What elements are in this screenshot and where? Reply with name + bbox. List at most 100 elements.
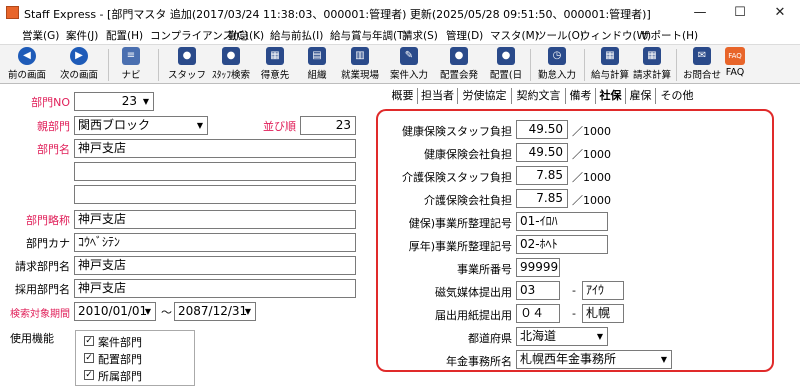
close-button[interactable]: ✕ xyxy=(760,2,800,24)
contact-button[interactable]: ✉ お問合せ xyxy=(680,47,724,83)
arrow-right-icon: ▶ xyxy=(70,47,88,65)
billing-calc-button[interactable]: ▦ 請求計算 xyxy=(630,47,674,83)
per-mille-unit: ／1000 xyxy=(572,148,611,161)
menu-projects[interactable]: 案件(J) xyxy=(66,28,98,43)
checkbox-project-dept[interactable]: ✓ xyxy=(84,336,94,346)
care-staff-label: 介護保険スタッフ負担 xyxy=(402,171,512,184)
tab-other[interactable]: その他 xyxy=(656,88,698,104)
attendance-input-button[interactable]: ◷ 勤怠入力 xyxy=(534,47,580,83)
checkbox-placement-dept[interactable]: ✓ xyxy=(84,353,94,363)
menu-support[interactable]: サポート(H) xyxy=(640,28,698,43)
next-button[interactable]: ▶ 次の画面 xyxy=(56,47,102,83)
client-button[interactable]: ▦ 得意先 xyxy=(256,47,294,83)
dept-name-input[interactable]: 神戸支店 xyxy=(74,139,356,158)
office-number-input[interactable]: 99999 xyxy=(516,258,560,277)
person-icon: ● xyxy=(178,47,196,65)
navi-button[interactable]: ≡ ナビ xyxy=(116,47,146,83)
media-submission-label: 磁気媒体提出用 xyxy=(435,286,512,299)
chevron-down-icon: ▼ xyxy=(660,355,668,364)
toolbar-divider xyxy=(108,49,109,81)
parent-dept-label: 親部門 xyxy=(37,120,70,133)
toolbar: ◀ 前の画面 ▶ 次の画面 ≡ ナビ ● スタッフ ● ｽﾀｯﾌ検索 ▦ 得意先… xyxy=(0,44,800,84)
worksite-button[interactable]: ▥ 就業現場 xyxy=(338,47,382,83)
paper-code-b-input[interactable]: 札幌 xyxy=(582,304,624,323)
health-company-input[interactable]: 49.50 xyxy=(516,143,568,162)
tab-labor-agreement[interactable]: 労使協定 xyxy=(458,88,512,104)
chevron-down-icon: ▼ xyxy=(196,121,204,130)
paper-submission-label: 届出用紙提出用 xyxy=(435,309,512,322)
menu-sales[interactable]: 営業(G) xyxy=(22,28,59,43)
menu-admin[interactable]: 管理(D) xyxy=(446,28,483,43)
dept-name-3-input[interactable] xyxy=(74,185,356,204)
project-dept-label: 案件部門 xyxy=(98,336,142,349)
placement-day-button[interactable]: ● 配置(日 xyxy=(484,47,528,83)
menu-attendance[interactable]: 勤怠(K) xyxy=(228,28,264,43)
health-office-code-input[interactable]: 01-ｲﾛﾊ xyxy=(516,212,608,231)
staff-search-button[interactable]: ● ｽﾀｯﾌ検索 xyxy=(208,47,254,83)
tab-staff-in-charge[interactable]: 担当者 xyxy=(418,88,458,104)
dept-kana-input[interactable]: ｺｳﾍﾞｼﾃﾝ xyxy=(74,233,356,252)
per-mille-unit: ／1000 xyxy=(572,125,611,138)
media-code-b-input[interactable]: ｱｲｳ xyxy=(582,281,624,300)
payroll-calc-button[interactable]: ▦ 給与計算 xyxy=(588,47,632,83)
pension-office-name-label: 年金事務所名 xyxy=(446,355,512,368)
billing-dept-label: 請求部門名 xyxy=(15,260,70,273)
prefecture-select[interactable]: 北海道 ▼ xyxy=(516,327,608,346)
app-logo-icon xyxy=(6,6,19,19)
org-button[interactable]: ▤ 組織 xyxy=(300,47,334,83)
tab-social-insurance[interactable]: 社保 xyxy=(596,88,626,104)
parent-dept-select[interactable]: 関西ブロック ▼ xyxy=(74,116,208,135)
back-button[interactable]: ◀ 前の画面 xyxy=(4,47,50,83)
care-staff-input[interactable]: 7.85 xyxy=(516,166,568,185)
faq-button[interactable]: FAQ FAQ xyxy=(720,47,750,83)
hiring-dept-input[interactable]: 神戸支店 xyxy=(74,279,356,298)
minimize-button[interactable]: — xyxy=(680,2,720,24)
office-number-label: 事業所番号 xyxy=(457,263,512,276)
function-label: 使用機能 xyxy=(10,332,54,345)
menu-placement[interactable]: 配置(H) xyxy=(106,28,143,43)
toolbar-divider xyxy=(158,49,159,81)
dept-name-2-input[interactable] xyxy=(74,162,356,181)
tab-employment-insurance[interactable]: 雇保 xyxy=(626,88,656,104)
dept-no-select[interactable]: 23 ▼ xyxy=(74,92,154,111)
period-from-select[interactable]: 2010/01/01 ▼ xyxy=(74,302,156,321)
order-input[interactable]: 23 xyxy=(300,116,356,135)
faq-icon: FAQ xyxy=(725,47,745,65)
project-input-button[interactable]: ✎ 案件入力 xyxy=(386,47,432,83)
dept-abbr-input[interactable]: 神戸支店 xyxy=(74,210,356,229)
paper-separator: - xyxy=(572,307,576,320)
care-company-input[interactable]: 7.85 xyxy=(516,189,568,208)
billing-dept-input[interactable]: 神戸支店 xyxy=(74,256,356,275)
worksite-icon: ▥ xyxy=(351,47,369,65)
pension-office-code-label: 厚年)事業所整理記号 xyxy=(408,240,512,253)
care-company-label: 介護保険会社負担 xyxy=(424,194,512,207)
paper-code-a-input[interactable]: ０４ xyxy=(516,304,560,323)
menu-advance-pay[interactable]: 給与前払(I) xyxy=(270,28,323,43)
clock-icon: ◷ xyxy=(548,47,566,65)
calculator-icon: ▦ xyxy=(643,47,661,65)
title-bar: Staff Express - [部門マスタ 追加(2017/03/24 11:… xyxy=(0,0,800,26)
health-staff-input[interactable]: 49.50 xyxy=(516,120,568,139)
pension-office-name-select[interactable]: 札幌西年金事務所 ▼ xyxy=(516,350,672,369)
arrow-left-icon: ◀ xyxy=(18,47,36,65)
media-code-a-input[interactable]: 03 xyxy=(516,281,560,300)
tab-contract-text[interactable]: 契約文言 xyxy=(512,88,566,104)
menu-payroll[interactable]: 給与賞与年調(T) xyxy=(330,28,408,43)
tab-notes[interactable]: 備考 xyxy=(566,88,596,104)
toolbar-divider xyxy=(530,49,531,81)
toolbar-divider xyxy=(676,49,677,81)
maximize-button[interactable]: ☐ xyxy=(720,2,760,24)
per-mille-unit: ／1000 xyxy=(572,194,611,207)
staff-button[interactable]: ● スタッフ xyxy=(168,47,206,83)
menu-billing[interactable]: 請求(S) xyxy=(402,28,438,43)
pension-office-code-input[interactable]: 02-ﾎﾍﾄ xyxy=(516,235,608,254)
checkbox-affiliation-dept[interactable]: ✓ xyxy=(84,370,94,380)
placement-button[interactable]: ● 配置会発 xyxy=(436,47,482,83)
hiring-dept-label: 採用部門名 xyxy=(15,283,70,296)
period-to-select[interactable]: 2087/12/31 ▼ xyxy=(174,302,256,321)
menu-master[interactable]: マスタ(M) xyxy=(490,28,539,43)
dept-kana-label: 部門カナ xyxy=(26,237,70,250)
menu-tools[interactable]: ツール(O) xyxy=(536,28,584,43)
per-mille-unit: ／1000 xyxy=(572,171,611,184)
tab-overview[interactable]: 概要 xyxy=(388,88,418,104)
